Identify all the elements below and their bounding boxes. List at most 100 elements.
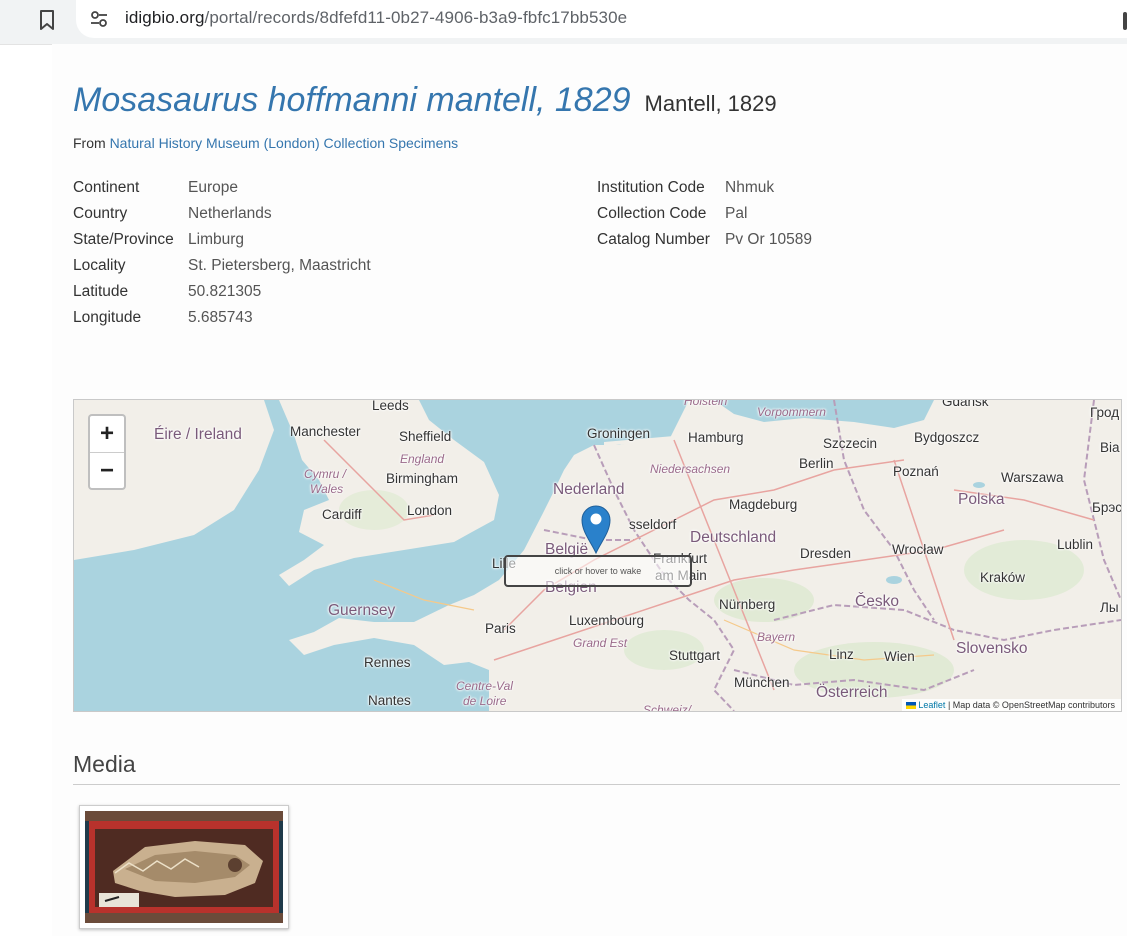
author-name: Mantell, 1829 [644,91,777,116]
map-label: Bia [1100,440,1120,455]
field-row: Longitude 5.685743 [73,305,371,331]
map-label: England [400,452,445,466]
map-label: Grand Est [573,636,628,650]
url-text[interactable]: idigbio.org/portal/records/8dfefd11-0b27… [125,8,627,28]
map-label: de Loire [463,694,507,708]
source-line: From Natural History Museum (London) Col… [73,135,458,151]
field-row: State/Province Limburg [73,227,371,253]
ukraine-flag-icon [906,702,917,709]
address-bar[interactable]: idigbio.org/portal/records/8dfefd11-0b27… [76,0,1127,38]
map-label: Schweiz/ [643,703,692,712]
media-thumbnail[interactable] [79,805,289,929]
field-row: Institution Code Nhmuk [597,175,812,201]
map-label: Грод [1090,405,1120,420]
map-label: Dresden [800,546,852,561]
location-fields: Continent Europe Country Netherlands State… [73,175,371,331]
field-value: 5.685743 [188,309,253,326]
field-label: Country [73,205,128,222]
map-label: Magdeburg [729,497,798,512]
map-label: Stuttgart [669,648,721,663]
fossil-skull-image [85,811,283,923]
map-label: Niedersachsen [650,462,731,476]
institution-fields: Institution Code Nhmuk Collection Code Pal… [597,175,812,253]
map-label: Cardiff [322,507,362,522]
field-row: Country Netherlands [73,201,371,227]
map-label: Warszawa [1001,470,1064,485]
map-label: Birmingham [386,471,459,486]
field-value: Pv Or 10589 [725,231,813,248]
map-label: Holstein [684,399,728,408]
map-label: Wrocław [892,542,944,557]
map-label: Bydgoszcz [914,430,980,445]
map-attribution: Leaflet | Map data © OpenStreetMap contr… [902,699,1121,711]
field-value: Limburg [188,231,244,248]
url-host: idigbio.org [125,8,205,27]
map-label: Nederland [553,481,625,498]
map-wake-overlay[interactable]: click or hover to wake [504,555,692,587]
map-label: Paris [485,621,516,636]
map-label: Лы [1100,600,1119,615]
specimen-map[interactable]: + − Leeds Éire / Ireland Manchester Shef… [73,399,1122,712]
field-row: Collection Code Pal [597,201,812,227]
map-label: Centre-Val [456,679,513,693]
field-row: Catalog Number Pv Or 10589 [597,227,812,253]
page-title: Mosasaurus hoffmanni mantell, 1829 Mantel… [73,81,777,120]
map-label: Rennes [364,655,411,670]
field-row: Locality St. Pietersberg, Maastricht [73,253,371,279]
field-label: Longitude [73,309,142,326]
map-label: Nürnberg [719,597,776,612]
collection-link[interactable]: Natural History Museum (London) Collecti… [110,135,459,151]
map-label: Cymru / [304,467,346,481]
map-label: Linz [829,647,854,662]
media-heading: Media [73,751,1120,785]
field-label: Catalog Number [597,231,710,248]
field-value: St. Pietersberg, Maastricht [188,257,371,274]
scientific-name: Mosasaurus hoffmanni mantell, 1829 [73,81,631,119]
field-row: Continent Europe [73,175,371,201]
map-label: Polska [958,491,1005,508]
map-label: Bayern [757,630,796,644]
map-label: Брэс [1092,500,1122,515]
map-label: Lublin [1057,537,1094,552]
from-prefix: From [73,135,106,151]
leaflet-link[interactable]: Leaflet [918,700,945,710]
field-value: Pal [725,205,748,222]
map-label: Leeds [372,399,409,413]
field-label: Continent [73,179,140,196]
map-label: Wien [884,649,915,664]
map-label: Gdańsk [942,399,989,409]
zoom-out-button[interactable]: − [90,453,124,489]
map-label: sseldorf [629,517,677,532]
attribution-text: | Map data © OpenStreetMap contributors [945,700,1115,710]
browser-toolbar: idigbio.org/portal/records/8dfefd11-0b27… [0,0,1127,45]
field-label: Locality [73,257,126,274]
url-path: /portal/records/8dfefd11-0b27-4906-b3a9-… [204,8,628,27]
location-marker-icon[interactable] [581,504,611,554]
zoom-in-button[interactable]: + [90,416,124,453]
map-label: Nantes [368,693,411,708]
zoom-control: + − [88,414,126,490]
record-page: Mosasaurus hoffmanni mantell, 1829 Mantel… [52,44,1127,936]
map-label: Vorpommern [757,405,826,419]
map-label: Wales [310,482,344,496]
map-label: Kraków [980,570,1026,585]
map-label: Sheffield [399,429,452,444]
map-label: Szczecin [823,436,878,451]
map-label: Manchester [290,424,361,439]
map-label: Deutschland [690,529,777,546]
bookmark-icon[interactable] [38,9,56,31]
map-label: Luxembourg [569,613,645,628]
map-label: Groningen [587,426,651,441]
field-value: Nhmuk [725,179,775,196]
field-label: Latitude [73,283,129,300]
map-label: Slovensko [956,640,1028,657]
map-label: Poznań [893,464,939,479]
field-label: Institution Code [597,179,705,196]
field-value: 50.821305 [188,283,262,300]
field-label: State/Province [73,231,174,248]
site-settings-icon[interactable] [89,9,109,29]
map-label: Guernsey [328,602,396,619]
field-row: Latitude 50.821305 [73,279,371,305]
map-label: Éire / Ireland [154,426,242,443]
field-label: Collection Code [597,205,707,222]
